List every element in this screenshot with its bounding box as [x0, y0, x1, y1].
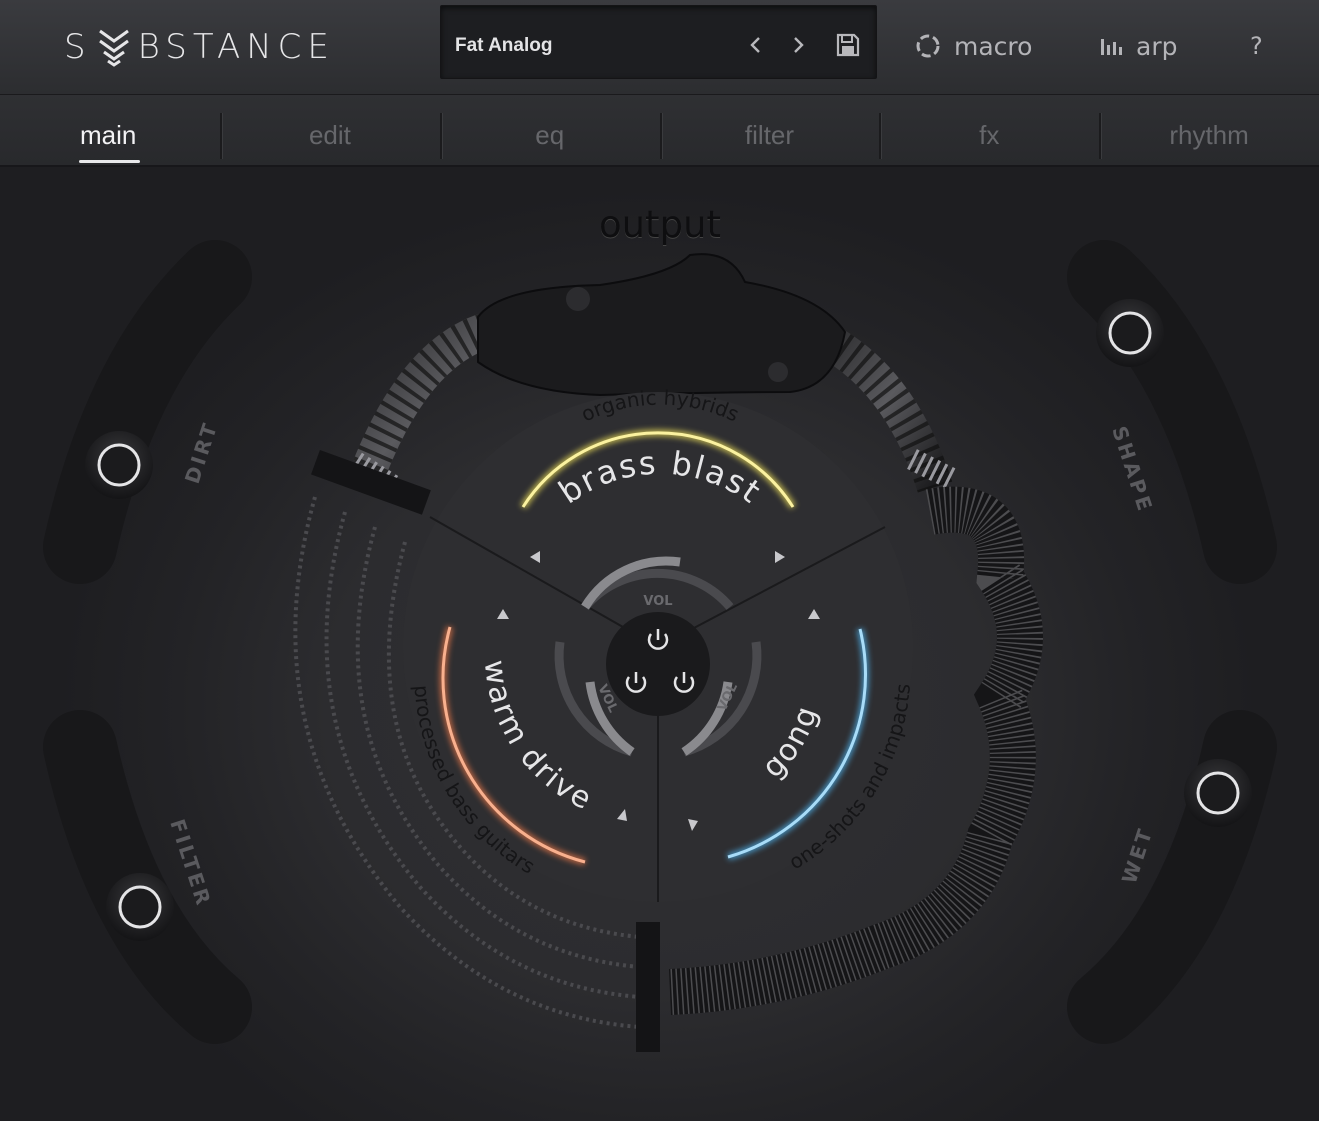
macro-icon: [916, 34, 940, 58]
macro-knob-filter[interactable]: [106, 873, 174, 941]
help-label: ?: [1250, 32, 1263, 60]
macro-label: macro: [954, 31, 1033, 61]
tab-eq[interactable]: eq: [439, 95, 660, 165]
center-hub: [606, 612, 710, 716]
tab-rhythm[interactable]: rhythm: [1099, 95, 1319, 165]
next-preset-icon[interactable]: [788, 34, 808, 56]
help-button[interactable]: ?: [1250, 24, 1263, 68]
logo-rest: BSTANCE: [137, 27, 335, 67]
macro-knob-shape[interactable]: [1096, 299, 1164, 367]
tab-edit[interactable]: edit: [220, 95, 440, 165]
header-bar: S BSTANCE Fat Analog macro arp ?: [0, 0, 1319, 95]
app-logo: S BSTANCE: [64, 22, 335, 72]
preset-selector[interactable]: Fat Analog: [440, 5, 877, 79]
macro-label-wet: WET: [1117, 824, 1158, 887]
macro-label-shape: SHAPE: [1107, 423, 1158, 516]
save-preset-icon[interactable]: [835, 32, 861, 58]
logo-chevron-icon: [98, 29, 129, 67]
previous-preset-icon[interactable]: [746, 34, 766, 56]
arp-button[interactable]: arp: [1100, 24, 1177, 68]
top-vol-label: VOL: [643, 594, 672, 609]
arp-label: arp: [1136, 31, 1178, 61]
tab-filter[interactable]: filter: [659, 95, 880, 165]
macro-button[interactable]: macro: [914, 24, 1032, 68]
logo-s: S: [64, 27, 92, 67]
tab-main[interactable]: main: [0, 95, 220, 165]
layer-wheel-stage: DIRT FILTER SHAPE WET organic hybrids br…: [43, 240, 1277, 1052]
main-panel: output DIRT FILTER SHAPE WET organic hyb…: [0, 167, 1319, 1121]
macro-label-dirt: DIRT: [180, 418, 223, 486]
macro-track-dirt[interactable]: [43, 240, 252, 584]
macro-label-filter: FILTER: [165, 816, 216, 910]
tab-fx[interactable]: fx: [879, 95, 1099, 165]
preset-name[interactable]: Fat Analog: [455, 6, 552, 80]
macro-knob-dirt[interactable]: [85, 431, 153, 499]
arp-bars-icon: [1101, 39, 1122, 55]
output-block-decoration: [477, 253, 847, 397]
macro-knob-wet[interactable]: [1184, 759, 1252, 827]
tab-bar: main edit eq filter fx rhythm: [0, 95, 1319, 167]
